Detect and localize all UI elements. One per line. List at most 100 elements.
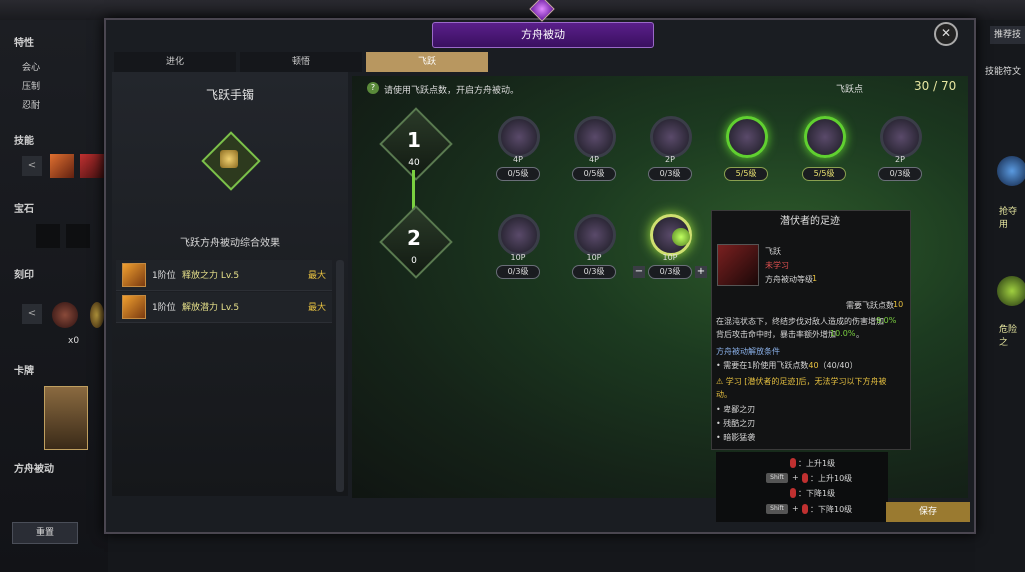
tooltip-blocked-item: • 卑鄙之刃: [716, 405, 756, 414]
skill-icon[interactable]: [997, 156, 1025, 186]
gem-slot[interactable]: [66, 224, 90, 248]
passive-skill-icon[interactable]: [574, 116, 616, 158]
effect-icon: [122, 263, 146, 287]
skill-level: 0/5级: [572, 167, 616, 181]
tooltip-status: 未学习: [765, 261, 789, 270]
plus-sign: +: [792, 504, 799, 513]
panel-title: 飞跃手镯: [205, 88, 254, 102]
effects-scrollbar[interactable]: [336, 260, 344, 492]
shift-key: Shift: [766, 504, 788, 514]
skill-cost: 10P: [662, 253, 678, 262]
skill-icon[interactable]: [80, 154, 104, 178]
skill-level: 5/5级: [724, 167, 768, 181]
key-hint-up10: ：上升10级: [810, 474, 853, 483]
tooltip-title: 潜伏者的足迹: [780, 216, 840, 227]
engraving-icon[interactable]: [90, 302, 104, 328]
level-down-button[interactable]: −: [633, 266, 645, 278]
tooltip-required-label: 需要飞跃点数: [846, 301, 894, 310]
save-button[interactable]: 保存: [886, 502, 970, 522]
skills-prev-button[interactable]: <: [22, 156, 42, 176]
trait-domination: 压制: [22, 82, 41, 92]
tooltip-warning: ⚠ 学习 [潜伏者的足迹]后，无法学习以下方舟被: [716, 377, 887, 386]
engravings-heading: 刻印: [14, 270, 34, 281]
tab-evolution[interactable]: 进化: [114, 52, 236, 72]
skill-level: 0/3级: [648, 167, 692, 181]
plus-sign: +: [792, 473, 799, 482]
skill-cost: 10P: [510, 253, 526, 262]
tooltip-desc-line: 在混沌状态下，终结步伐对敌人造成的伤害增加: [716, 317, 884, 326]
tier-connector: [412, 170, 415, 210]
blocked-skill-name: 暗影猛袭: [723, 433, 756, 442]
gems-heading: 宝石: [14, 204, 34, 215]
tooltip-condition: • 需要在1阶使用飞跃点数40（40/40）: [716, 361, 858, 370]
skill-level: 0/3级: [572, 265, 616, 279]
right-background-panel: 技能符文 抢夺用 危险之: [975, 20, 1025, 572]
mouse-right-icon: [802, 504, 808, 514]
tooltip-blocked-item: • 暗影猛袭: [716, 433, 756, 442]
skill-cost: 2P: [665, 155, 675, 164]
tooltip-desc-line: 背后攻击命中时，暴击率额外增加: [716, 330, 836, 339]
engraving-icon[interactable]: [52, 302, 78, 328]
skill-level: 5/5级: [802, 167, 846, 181]
skill-level: 0/3级: [878, 167, 922, 181]
tooltip-unlock-title: 方舟被动解放条件: [716, 347, 780, 356]
effect-name: 解放潜力 Lv.5: [182, 303, 240, 313]
close-button[interactable]: ✕: [934, 22, 958, 46]
tier-number: 1: [407, 128, 421, 152]
effect-tier: 1阶位: [152, 271, 176, 281]
tooltip-warning-text: 学习 [潜伏者的足迹]后，无法学习以下方舟被: [725, 377, 887, 386]
tier-points: 0: [411, 256, 417, 266]
passive-skill-icon[interactable]: [650, 116, 692, 158]
trait-endurance: 忍耐: [22, 101, 41, 111]
passive-skill-icon[interactable]: [804, 116, 846, 158]
effect-summary-title: 飞跃方舟被动综合效果: [180, 238, 280, 249]
tier-number: 2: [407, 226, 421, 250]
mouse-left-icon: [790, 458, 796, 468]
effect-status: 最大: [307, 303, 326, 313]
cards-heading: 卡牌: [14, 366, 34, 377]
blocked-skill-name: 卑鄙之刃: [723, 405, 756, 414]
passive-skill-icon[interactable]: [498, 116, 540, 158]
tooltip-condition-text: 需要在1阶使用飞跃点数: [723, 361, 809, 370]
skill-icon[interactable]: [50, 154, 74, 178]
tooltip-desc-end: 。: [856, 330, 864, 339]
right-skill-label: 危险之: [999, 325, 1018, 348]
skills-heading: 技能: [14, 136, 34, 147]
skill-rune-label: 技能符文: [985, 67, 1022, 77]
gem-slot[interactable]: [36, 224, 60, 248]
traits-heading: 特性: [14, 38, 34, 49]
passive-skill-icon[interactable]: [880, 116, 922, 158]
skill-level: 0/5级: [496, 167, 540, 181]
tooltip-level-value: 1: [812, 274, 818, 283]
tab-leap[interactable]: 飞跃: [366, 52, 488, 72]
mouse-left-icon: [802, 473, 808, 483]
key-hint-up1: ：上升1级: [798, 459, 836, 468]
tooltip-desc-value: 10.0%: [830, 329, 856, 338]
hint-text: 请使用飞跃点数，开启方舟被动。: [384, 86, 520, 96]
level-up-button[interactable]: +: [695, 266, 707, 278]
tooltip-condition-progress: （40/40）: [818, 361, 858, 370]
skill-cost: 4P: [513, 155, 523, 164]
tooltip-skill-icon: [717, 244, 759, 286]
skill-cost: 4P: [589, 155, 599, 164]
ark-passive-heading: 方舟被动: [14, 464, 54, 475]
card-slot[interactable]: [44, 386, 88, 450]
skill-icon[interactable]: [997, 276, 1025, 306]
engravings-prev-button[interactable]: <: [22, 304, 42, 324]
tooltip-type: 飞跃: [765, 247, 781, 256]
skill-cost: 10P: [586, 253, 602, 262]
recommend-button[interactable]: 推荐技: [990, 26, 1025, 44]
passive-skill-icon[interactable]: [726, 116, 768, 158]
help-icon[interactable]: ?: [367, 82, 379, 94]
tier-points: 40: [408, 158, 420, 168]
trait-crit: 会心: [22, 63, 41, 73]
tab-enlightenment[interactable]: 顿悟: [240, 52, 362, 72]
tooltip-desc-value: 9.0%: [876, 316, 897, 325]
effect-name: 释放之力 Lv.5: [182, 271, 240, 281]
mouse-right-icon: [790, 488, 796, 498]
effect-tier: 1阶位: [152, 303, 176, 313]
passive-skill-icon[interactable]: [574, 214, 616, 256]
reset-button[interactable]: 重置: [12, 522, 78, 544]
passive-skill-icon[interactable]: [498, 214, 540, 256]
tooltip-required-value: 10: [893, 300, 904, 309]
